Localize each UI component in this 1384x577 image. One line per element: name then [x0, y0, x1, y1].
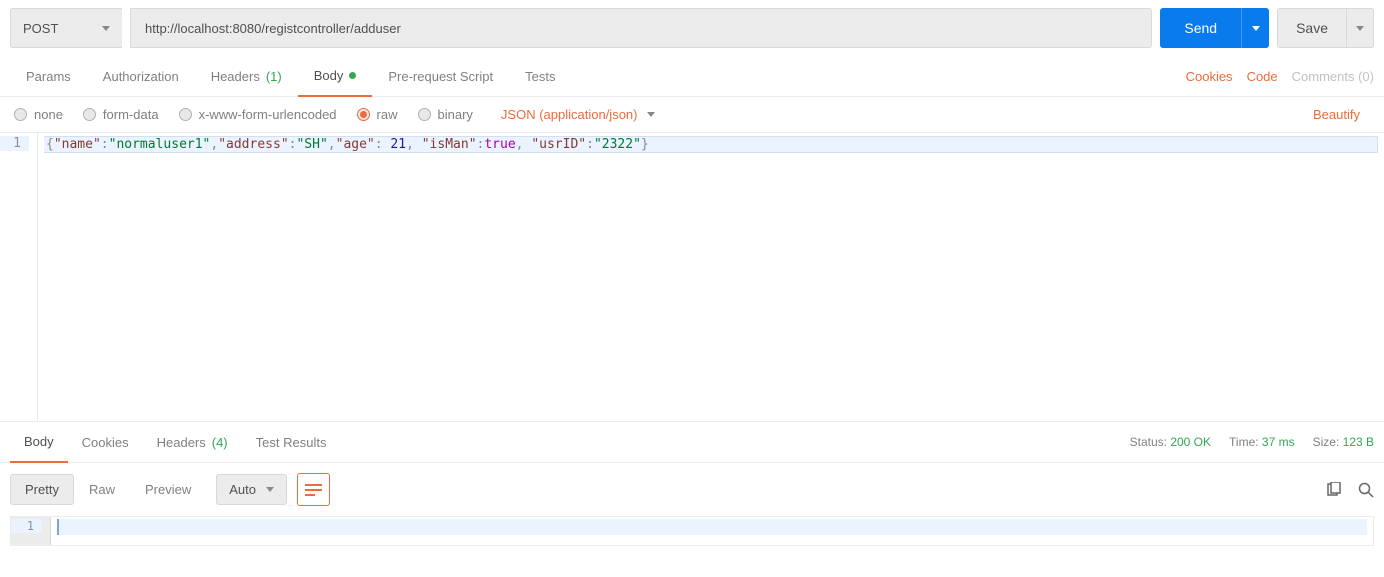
response-status-bar: Status: 200 OK Time: 37 ms Size: 123 B	[1130, 435, 1374, 449]
editor-gutter: 1	[0, 133, 38, 421]
editor-code[interactable]: {"name":"normaluser1","address":"SH","ag…	[38, 133, 1384, 421]
view-pretty-button[interactable]: Pretty	[10, 474, 74, 505]
format-value: Auto	[229, 482, 256, 497]
body-type-label: form-data	[103, 107, 159, 122]
resp-tab-headers[interactable]: Headers (4)	[143, 422, 242, 462]
comments-link[interactable]: Comments (0)	[1292, 69, 1374, 84]
resp-headers-count: (4)	[212, 435, 228, 450]
response-tabs: Body Cookies Headers (4) Test Results	[10, 422, 340, 462]
body-type-label: x-www-form-urlencoded	[199, 107, 337, 122]
view-preview-button[interactable]: Preview	[130, 474, 206, 505]
resp-tab-headers-label: Headers	[157, 435, 206, 450]
tab-prerequest[interactable]: Pre-request Script	[372, 56, 509, 96]
radio-icon	[179, 108, 192, 121]
resp-editor-code[interactable]	[51, 517, 1373, 545]
request-tabs: Params Authorization Headers (1) Body Pr…	[10, 56, 571, 96]
url-input[interactable]	[130, 8, 1152, 48]
save-dropdown-button[interactable]	[1346, 8, 1374, 48]
radio-icon	[83, 108, 96, 121]
radio-icon	[418, 108, 431, 121]
search-button[interactable]	[1358, 482, 1374, 498]
tab-body-label: Body	[314, 68, 344, 83]
caret-down-icon	[266, 487, 274, 492]
response-view-buttons: Pretty Raw Preview	[10, 474, 206, 505]
size-label: Size:	[1313, 435, 1340, 449]
body-type-raw[interactable]: raw	[357, 107, 398, 122]
caret-down-icon	[647, 112, 655, 117]
save-button[interactable]: Save	[1277, 8, 1346, 48]
send-button[interactable]: Send	[1160, 8, 1241, 48]
radio-icon	[14, 108, 27, 121]
body-type-none[interactable]: none	[14, 107, 63, 122]
time-label: Time:	[1229, 435, 1259, 449]
body-type-label: none	[34, 107, 63, 122]
body-type-label: raw	[377, 107, 398, 122]
search-icon	[1358, 482, 1374, 498]
http-method-select[interactable]: POST	[10, 8, 122, 48]
copy-icon	[1326, 482, 1342, 498]
send-dropdown-button[interactable]	[1241, 8, 1269, 48]
content-type-label: JSON (application/json)	[501, 107, 638, 122]
tab-tests[interactable]: Tests	[509, 56, 571, 96]
radio-icon	[357, 108, 370, 121]
tab-params[interactable]: Params	[10, 56, 87, 96]
body-type-binary[interactable]: binary	[418, 107, 473, 122]
resp-tab-cookies[interactable]: Cookies	[68, 422, 143, 462]
resp-tab-test-results[interactable]: Test Results	[242, 422, 341, 462]
copy-button[interactable]	[1326, 482, 1342, 498]
beautify-button[interactable]: Beautify	[1313, 107, 1370, 122]
code-link[interactable]: Code	[1247, 69, 1278, 84]
request-body-editor[interactable]: 1 {"name":"normaluser1","address":"SH","…	[0, 133, 1384, 421]
line-wrap-button[interactable]	[297, 473, 330, 506]
response-format-select[interactable]: Auto	[216, 474, 287, 505]
tab-headers[interactable]: Headers (1)	[195, 56, 298, 96]
view-raw-button[interactable]: Raw	[74, 474, 130, 505]
caret-down-icon	[1252, 26, 1260, 31]
tab-body[interactable]: Body	[298, 56, 373, 97]
dot-indicator-icon	[349, 72, 356, 79]
wrap-icon	[305, 483, 322, 497]
caret-down-icon	[102, 26, 110, 31]
response-body-editor[interactable]: 1	[10, 516, 1374, 546]
tab-authorization[interactable]: Authorization	[87, 56, 195, 96]
body-type-xwww[interactable]: x-www-form-urlencoded	[179, 107, 337, 122]
body-type-label: binary	[438, 107, 473, 122]
headers-count: (1)	[266, 69, 282, 84]
body-type-form-data[interactable]: form-data	[83, 107, 159, 122]
resp-editor-gutter: 1	[11, 517, 51, 545]
resp-line-number: 1	[11, 519, 42, 533]
caret-down-icon	[1356, 26, 1364, 31]
content-type-select[interactable]: JSON (application/json)	[501, 107, 656, 122]
http-method-value: POST	[23, 21, 58, 36]
cookies-link[interactable]: Cookies	[1186, 69, 1233, 84]
size-value: 123 B	[1343, 435, 1374, 449]
status-label: Status:	[1130, 435, 1167, 449]
tab-headers-label: Headers	[211, 69, 260, 84]
line-number: 1	[0, 136, 29, 151]
status-value: 200 OK	[1170, 435, 1211, 449]
time-value: 37 ms	[1262, 435, 1295, 449]
resp-tab-body[interactable]: Body	[10, 422, 68, 463]
